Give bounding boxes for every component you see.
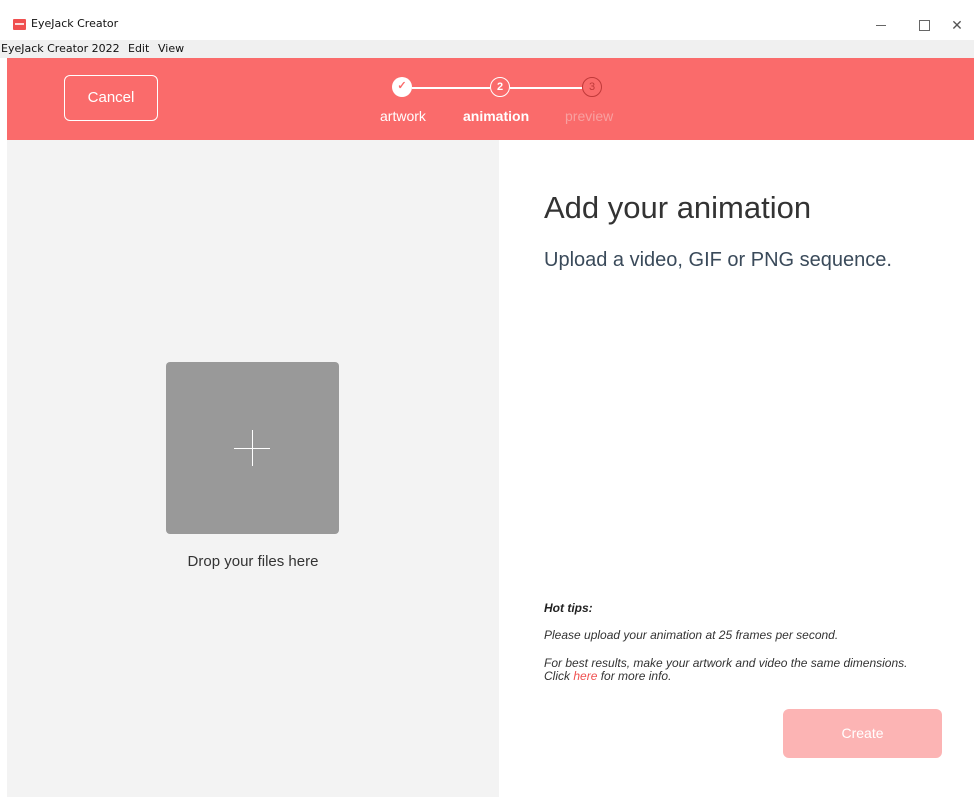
step-connector bbox=[412, 87, 490, 89]
more-info-link[interactable]: here bbox=[573, 669, 597, 683]
plus-icon-vertical bbox=[252, 430, 253, 466]
create-button[interactable]: Create bbox=[783, 709, 942, 758]
menu-bar: EyeJack Creator 2022 Edit View bbox=[0, 40, 974, 58]
minimize-button[interactable] bbox=[864, 12, 898, 38]
maximize-button[interactable] bbox=[907, 12, 941, 38]
tips-title: Hot tips: bbox=[544, 601, 593, 615]
tip-click-text: Click bbox=[544, 669, 570, 683]
tip-frame-rate: Please upload your animation at 25 frame… bbox=[544, 628, 839, 642]
dropzone-label: Drop your files here bbox=[187, 553, 319, 570]
instructions-panel: Add your animation Upload a video, GIF o… bbox=[499, 140, 974, 797]
window-title: EyeJack Creator bbox=[31, 17, 119, 30]
maximize-icon bbox=[919, 20, 930, 31]
app-logo-icon bbox=[13, 19, 26, 30]
title-bar: EyeJack Creator ✕ bbox=[0, 0, 974, 40]
close-button[interactable]: ✕ bbox=[940, 12, 974, 38]
step-label-animation: animation bbox=[463, 108, 530, 124]
step-artwork-check-icon: ✓ bbox=[392, 77, 412, 97]
tip-dimensions-text: For best results, make your artwork and … bbox=[544, 656, 908, 670]
step-indicator: ✓ 2 3 artwork animation preview bbox=[7, 58, 974, 140]
step-preview-marker: 3 bbox=[582, 77, 602, 97]
close-icon: ✕ bbox=[951, 17, 963, 33]
menu-item-view[interactable]: View bbox=[158, 42, 184, 55]
menu-item-app[interactable]: EyeJack Creator 2022 bbox=[1, 42, 120, 55]
page-title: Add your animation bbox=[544, 190, 812, 225]
tip-more-info-text: for more info. bbox=[600, 669, 672, 683]
menu-item-edit[interactable]: Edit bbox=[128, 42, 149, 55]
step-label-preview: preview bbox=[565, 108, 614, 124]
file-dropzone[interactable] bbox=[166, 362, 339, 534]
tip-dimensions: For best results, make your artwork and … bbox=[544, 657, 954, 683]
step-label-artwork[interactable]: artwork bbox=[380, 108, 426, 124]
step-connector bbox=[510, 87, 582, 89]
page-subtitle: Upload a video, GIF or PNG sequence. bbox=[544, 249, 892, 271]
wizard-header: Cancel ✓ 2 3 artwork animation preview bbox=[7, 58, 974, 140]
minimize-icon bbox=[876, 25, 886, 26]
step-animation-marker: 2 bbox=[490, 77, 510, 97]
upload-panel: Drop your files here bbox=[7, 140, 499, 797]
